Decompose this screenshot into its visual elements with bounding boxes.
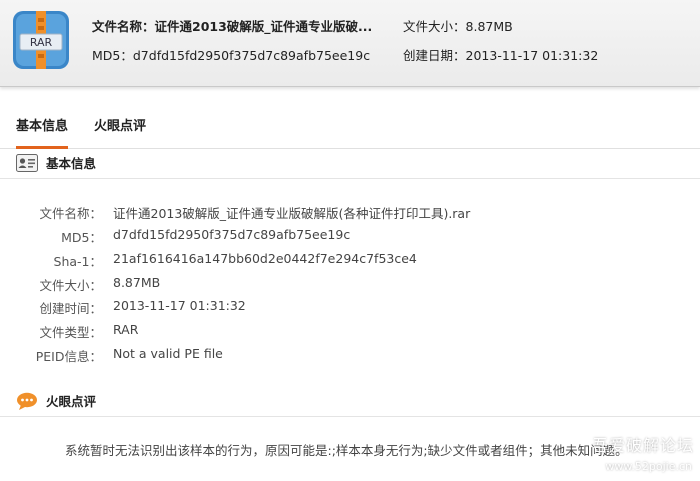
review-section-header: 火眼点评: [0, 388, 700, 417]
created-date-value: 2013-11-17 01:31:32: [465, 48, 599, 63]
file-summary-header: RAR 文件名称：证件通2013破解版_证件通专业版破... MD5：d7dfd…: [0, 0, 700, 87]
basic-info-title: 基本信息: [46, 156, 97, 171]
info-value: 2013-11-17 01:31:32: [113, 298, 246, 313]
info-value: 证件通2013破解版_证件通专业版破解版(各种证件打印工具).rar: [113, 206, 471, 221]
info-key: 文件类型：: [39, 325, 102, 340]
file-name-label: 文件名称：: [92, 19, 155, 34]
review-comment: 系统暂时无法识别出该样本的行为，原因可能是:;样本本身无行为;缺少文件或者组件；…: [65, 443, 628, 458]
site-watermark: 吾爱破解论坛: [591, 436, 694, 455]
speech-bubble-icon: [17, 392, 37, 410]
info-key: MD5：: [61, 230, 102, 245]
info-value: Not a valid PE file: [113, 346, 223, 361]
header-md5: MD5：d7dfd15fd2950f375d7c89afb75ee19c: [92, 45, 370, 64]
info-row-file-type: 文件类型： RAR: [0, 322, 700, 346]
info-row-peid: PEID信息： Not a valid PE file: [0, 346, 700, 370]
info-key: Sha-1：: [53, 254, 102, 269]
tab-bar: 基本信息 火眼点评: [0, 106, 700, 149]
header-file-name: 文件名称：证件通2013破解版_证件通专业版破...: [92, 16, 372, 35]
rar-archive-icon: RAR: [13, 11, 69, 69]
header-file-size: 文件大小：8.87MB: [403, 16, 513, 35]
id-card-icon: [16, 154, 38, 172]
info-row-sha1: Sha-1： 21af1616416a147bb60d2e0442f7e294c…: [0, 251, 700, 275]
info-value: RAR: [113, 322, 139, 337]
info-row-created-time: 创建时间： 2013-11-17 01:31:32: [0, 298, 700, 322]
info-key: 创建时间：: [39, 301, 102, 316]
created-date-label: 创建日期：: [403, 48, 466, 63]
info-value: 8.87MB: [113, 275, 161, 290]
tab-review[interactable]: 火眼点评: [94, 106, 146, 148]
site-watermark-url: www.52pojie.cn: [605, 460, 692, 473]
info-key: PEID信息：: [35, 349, 102, 364]
svg-text:RAR: RAR: [30, 36, 53, 49]
info-key: 文件大小：: [39, 278, 102, 293]
info-row-md5: MD5： d7dfd15fd2950f375d7c89afb75ee19c: [0, 227, 700, 251]
tab-basic-info[interactable]: 基本信息: [16, 106, 69, 149]
header-created-date: 创建日期：2013-11-17 01:31:32: [403, 45, 598, 64]
info-row-file-name: 文件名称： 证件通2013破解版_证件通专业版破解版(各种证件打印工具).rar: [0, 203, 700, 227]
file-name-value: 证件通2013破解版_证件通专业版破...: [154, 19, 373, 34]
md5-value: d7dfd15fd2950f375d7c89afb75ee19c: [132, 48, 371, 63]
info-value: d7dfd15fd2950f375d7c89afb75ee19c: [113, 227, 351, 242]
file-size-value: 8.87MB: [465, 19, 513, 34]
file-size-label: 文件大小：: [403, 19, 466, 34]
info-row-file-size: 文件大小： 8.87MB: [0, 275, 700, 299]
info-value: 21af1616416a147bb60d2e0442f7e294c7f53ce4: [113, 251, 417, 266]
md5-label: MD5：: [92, 48, 133, 63]
basic-info-section-header: 基本信息: [0, 150, 700, 179]
info-key: 文件名称：: [39, 206, 102, 221]
review-title: 火眼点评: [46, 394, 97, 409]
